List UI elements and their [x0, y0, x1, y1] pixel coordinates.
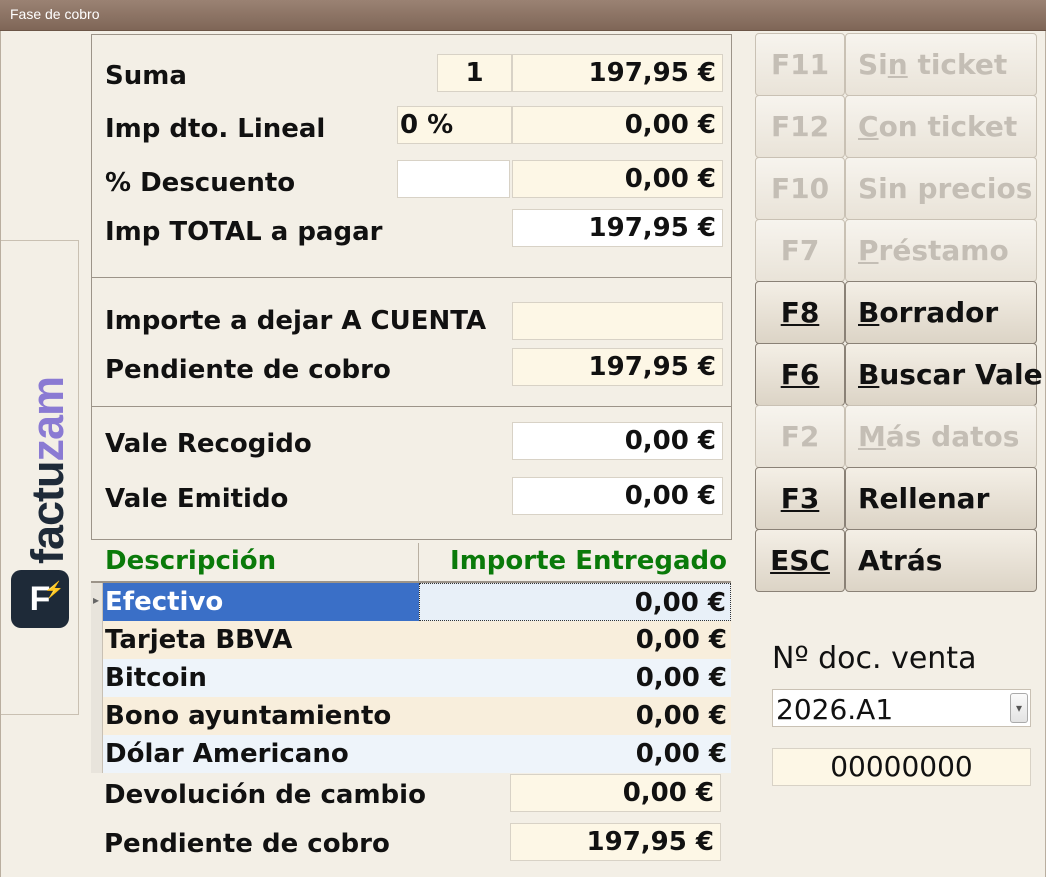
row-indicator	[91, 621, 103, 659]
vale-emitido-value: 0,00 €	[512, 477, 723, 515]
doc-series-value: 2026.A1	[776, 693, 894, 726]
brand-logo-part-b: zam	[22, 376, 73, 462]
vales-section: Vale Recogido 0,00 € Vale Emitido 0,00 €	[91, 406, 732, 540]
f12-key-button[interactable]: F12	[755, 95, 845, 158]
row-amount[interactable]: 0,00 €	[419, 659, 731, 697]
f2-key-button[interactable]: F2	[755, 405, 845, 468]
vale-recogido-value: 0,00 €	[512, 422, 723, 460]
esc-key-button[interactable]: ESC	[755, 529, 845, 592]
btn-text: on ticket	[878, 110, 1018, 143]
summary-section: Suma 1 197,95 € Imp dto. Lineal 0 % 0,00…	[91, 34, 732, 278]
btn-text: orrador	[879, 296, 999, 329]
btn-text: Rellenar	[858, 482, 990, 515]
table-row[interactable]: Tarjeta BBVA 0,00 €	[91, 621, 731, 659]
descuento-pct-field[interactable]	[397, 160, 510, 198]
grid-header: Descripción Importe Entregado	[91, 541, 731, 583]
f10-key-button[interactable]: F10	[755, 157, 845, 220]
a-cuenta-field[interactable]	[512, 302, 723, 340]
descuento-label: % Descuento	[105, 168, 296, 198]
total-label: Imp TOTAL a pagar	[105, 217, 383, 247]
f11-key-button[interactable]: F11	[755, 33, 845, 96]
devolucion-value: 0,00 €	[510, 774, 721, 812]
btn-text: réstamo	[878, 234, 1009, 267]
brand-logo: factuzam	[22, 377, 74, 564]
mas-datos-button[interactable]: Más datos	[845, 405, 1037, 468]
rellenar-button[interactable]: Rellenar	[845, 467, 1037, 530]
atras-button[interactable]: Atrás	[845, 529, 1037, 592]
col-descripcion: Descripción	[105, 546, 277, 576]
table-row[interactable]: Dólar Americano 0,00 €	[91, 735, 731, 773]
f8-key-button[interactable]: F8	[755, 281, 845, 344]
row-amount[interactable]: 0,00 €	[419, 583, 731, 621]
btn-hotkey: B	[858, 358, 880, 391]
payment-window: factuzam F ⚡ Suma 1 197,95 € Imp dto. Lin…	[0, 31, 1046, 877]
btn-hotkey: P	[858, 234, 879, 267]
f3-key-button[interactable]: F3	[755, 467, 845, 530]
row-indicator	[91, 697, 103, 735]
btn-hotkey: n	[887, 48, 908, 81]
f7-key-button[interactable]: F7	[755, 219, 845, 282]
con-ticket-button[interactable]: Con ticket	[845, 95, 1037, 158]
total-amount: 197,95 €	[512, 209, 723, 247]
suma-label: Suma	[105, 61, 187, 91]
doc-series-select[interactable]: 2026.A1 ▾	[772, 689, 1031, 727]
btn-text: Si	[858, 48, 888, 81]
btn-text: ás datos	[885, 420, 1020, 453]
sin-ticket-button[interactable]: Sin ticket	[845, 33, 1037, 96]
buscar-vale-button[interactable]: Buscar Vale	[845, 343, 1043, 406]
btn-hotkey: B	[858, 296, 880, 329]
title-bar: Fase de cobro	[0, 0, 1046, 31]
vale-recogido-label: Vale Recogido	[105, 429, 312, 459]
f6-key-button[interactable]: F6	[755, 343, 845, 406]
borrador-button[interactable]: Borrador	[845, 281, 1037, 344]
doc-number-field[interactable]: 00000000	[772, 748, 1031, 786]
col-importe: Importe Entregado	[450, 546, 727, 576]
pendiente-value: 197,95 €	[512, 348, 723, 386]
footer-pendiente-value: 197,95 €	[510, 823, 721, 861]
table-row[interactable]: Bono ayuntamiento 0,00 €	[91, 697, 731, 735]
btn-hotkey: C	[858, 110, 879, 143]
btn-hotkey: M	[858, 420, 886, 453]
row-indicator-icon	[91, 583, 103, 621]
a-cuenta-label: Importe a dejar A CUENTA	[105, 306, 487, 336]
devolucion-label: Devolución de cambio	[104, 780, 426, 810]
row-desc: Bitcoin	[103, 659, 419, 697]
row-indicator	[91, 659, 103, 697]
row-desc: Tarjeta BBVA	[103, 621, 419, 659]
suma-amount: 197,95 €	[512, 54, 723, 92]
row-desc: Efectivo	[103, 583, 419, 621]
btn-text: ticket	[907, 48, 1008, 81]
spark-icon: ⚡	[44, 582, 64, 599]
brand-badge-icon: F ⚡	[11, 570, 69, 628]
payments-grid: Descripción Importe Entregado Efectivo 0…	[91, 541, 731, 773]
dto-lineal-amount: 0,00 €	[512, 106, 723, 144]
row-desc: Dólar Americano	[103, 735, 419, 773]
window-title: Fase de cobro	[10, 6, 100, 22]
dto-lineal-pct-field[interactable]: 0 %	[397, 106, 512, 144]
table-row[interactable]: Bitcoin 0,00 €	[91, 659, 731, 697]
dto-lineal-label: Imp dto. Lineal	[105, 114, 326, 144]
btn-text: Atrás	[858, 544, 943, 577]
prestamo-button[interactable]: Préstamo	[845, 219, 1037, 282]
table-row[interactable]: Efectivo 0,00 €	[91, 583, 731, 621]
vale-emitido-label: Vale Emitido	[105, 484, 289, 514]
chevron-down-icon[interactable]: ▾	[1010, 693, 1028, 723]
account-section: Importe a dejar A CUENTA Pendiente de co…	[91, 277, 732, 407]
doc-venta-label: Nº doc. venta	[772, 641, 977, 676]
row-amount[interactable]: 0,00 €	[419, 697, 731, 735]
footer-pendiente-label: Pendiente de cobro	[104, 829, 390, 859]
sin-precios-button[interactable]: Sin precios	[845, 157, 1037, 220]
col-separator	[418, 543, 419, 581]
btn-text: Sin precios	[858, 172, 1033, 205]
suma-qty: 1	[437, 54, 512, 92]
row-desc: Bono ayuntamiento	[103, 697, 419, 735]
pendiente-label: Pendiente de cobro	[105, 355, 391, 385]
row-amount[interactable]: 0,00 €	[419, 621, 731, 659]
row-indicator	[91, 735, 103, 773]
descuento-amount: 0,00 €	[512, 160, 723, 198]
btn-text: uscar Vale	[879, 358, 1043, 391]
brand-logo-part-a: factu	[22, 461, 73, 564]
row-amount[interactable]: 0,00 €	[419, 735, 731, 773]
